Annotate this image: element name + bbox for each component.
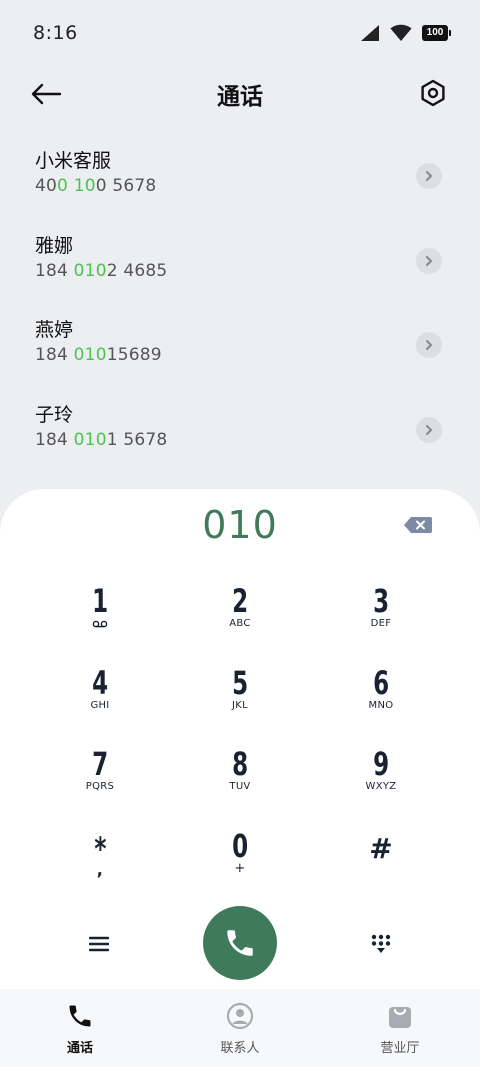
menu-button[interactable] [84,929,114,959]
contact-number: 184 01015689 [35,345,162,365]
tab-service-hall[interactable]: 营业厅 [320,989,480,1067]
gear-icon [421,79,445,107]
list-item[interactable]: 雅娜 184 0102 4685 [0,225,480,310]
chevron-right-icon [426,255,433,266]
tab-calls[interactable]: 通话 [0,989,160,1067]
dialpad-icon [371,934,391,953]
contact-list: 小米客服 400 100 5678 雅娜 184 0102 4685 燕婷 18… [0,140,480,478]
list-item[interactable]: 子玲 184 0101 5678 [0,394,480,479]
contact-detail-button[interactable] [416,247,442,274]
key-6[interactable]: 6 MNO [321,666,441,736]
backspace-icon [404,517,432,533]
tab-label: 营业厅 [380,1041,420,1056]
status-icons: 100 [360,24,451,42]
contact-name: 雅娜 [35,234,74,257]
contact-number: 184 0102 4685 [35,260,168,281]
key-8[interactable]: 8 TUV [180,747,300,817]
phone-icon [227,930,253,956]
wifi-icon [390,24,412,41]
contact-detail-button[interactable] [416,163,442,189]
tab-label: 通话 [66,1041,93,1056]
list-item[interactable]: 小米客服 400 100 5678 [0,140,480,225]
key-0[interactable]: 0 + [180,829,300,899]
person-icon [226,1002,254,1030]
call-button[interactable] [203,906,277,980]
key-star[interactable]: * , [40,832,160,902]
chevron-right-icon [426,424,433,435]
back-button[interactable] [30,78,70,110]
key-9[interactable]: 9 WXYZ [321,747,441,817]
contact-detail-button[interactable] [416,332,442,358]
contact-detail-button[interactable] [416,416,442,443]
chevron-right-icon [426,340,433,350]
key-1[interactable]: 1 [40,584,160,654]
dialer-panel: 010 1 2 ABC 3 DEF 4 GHI 5 JKL 6 MNO 7 PQ… [0,489,480,989]
contact-name: 燕婷 [35,319,74,341]
key-hash[interactable]: # [321,832,441,902]
key-3[interactable]: 3 DEF [321,584,441,654]
status-bar: 8:16 100 [0,0,480,66]
chevron-right-icon [426,171,433,181]
arrow-left-icon [31,83,62,105]
page-title: 通话 [217,84,263,110]
contact-number: 400 100 5678 [35,176,157,196]
shopping-bag-icon [389,1007,411,1028]
contact-number: 184 0101 5678 [35,429,168,450]
battery-icon: 100 [422,25,451,41]
bottom-tab-bar: 通话 联系人 营业厅 [0,989,480,1067]
contact-name: 子玲 [35,403,74,426]
dialer-actions [0,899,480,989]
signal-icon [361,25,379,41]
phone-icon [69,1005,91,1027]
key-4[interactable]: 4 GHI [40,666,160,736]
settings-button[interactable] [416,76,450,110]
voicemail-icon [92,620,108,628]
list-item[interactable]: 燕婷 184 01015689 [0,309,480,394]
status-time: 8:16 [33,22,78,44]
menu-icon [89,936,109,952]
contact-name: 小米客服 [35,150,112,172]
tab-contacts[interactable]: 联系人 [160,989,320,1067]
key-7[interactable]: 7 PQRS [40,747,160,817]
key-5[interactable]: 5 JKL [180,666,300,736]
tab-label: 联系人 [220,1041,260,1056]
keypad-toggle-button[interactable] [366,929,396,959]
backspace-button[interactable] [403,515,433,537]
key-2[interactable]: 2 ABC [180,584,300,654]
header: 通话 [0,66,480,122]
